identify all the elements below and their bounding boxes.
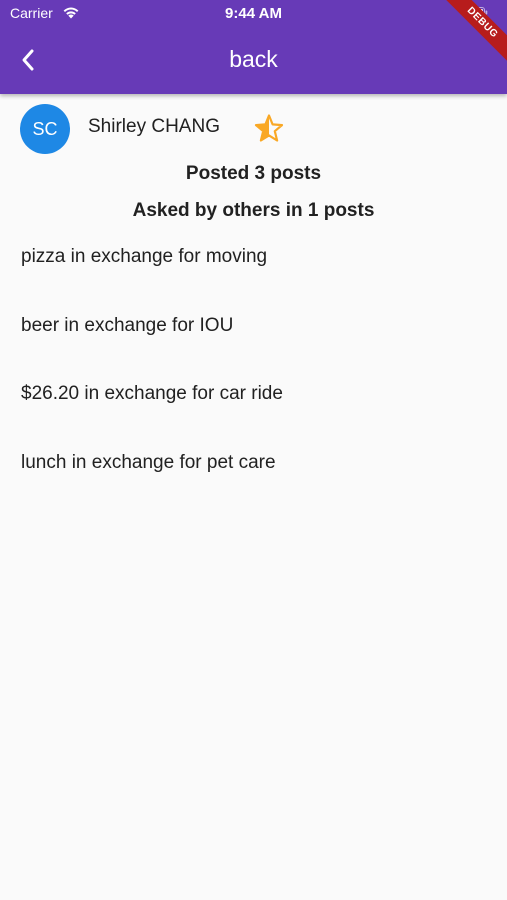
asked-count: Asked by others in 1 posts: [132, 200, 375, 221]
favorite-button[interactable]: [252, 112, 286, 146]
user-name: Shirley CHANG: [88, 116, 220, 137]
list-item[interactable]: pizza in exchange for moving: [21, 246, 491, 315]
posted-count: Posted 3 posts: [185, 163, 322, 184]
list-item[interactable]: lunch in exchange for pet care: [21, 452, 491, 521]
list-item[interactable]: $26.20 in exchange for car ride: [21, 383, 491, 452]
status-time: 9:44 AM: [225, 5, 282, 22]
star-half-icon: [254, 114, 284, 142]
app-bar: Carrier 9:44 AM back DEBUG: [0, 0, 507, 94]
toolbar: back: [0, 28, 507, 94]
post-list: pizza in exchange for moving beer in exc…: [21, 246, 491, 520]
avatar: SC: [20, 104, 70, 154]
page-title: back: [229, 46, 278, 72]
status-bar: Carrier 9:44 AM: [0, 0, 507, 28]
list-item[interactable]: beer in exchange for IOU: [21, 315, 491, 384]
profile-header: SC Shirley CHANG: [20, 104, 490, 154]
